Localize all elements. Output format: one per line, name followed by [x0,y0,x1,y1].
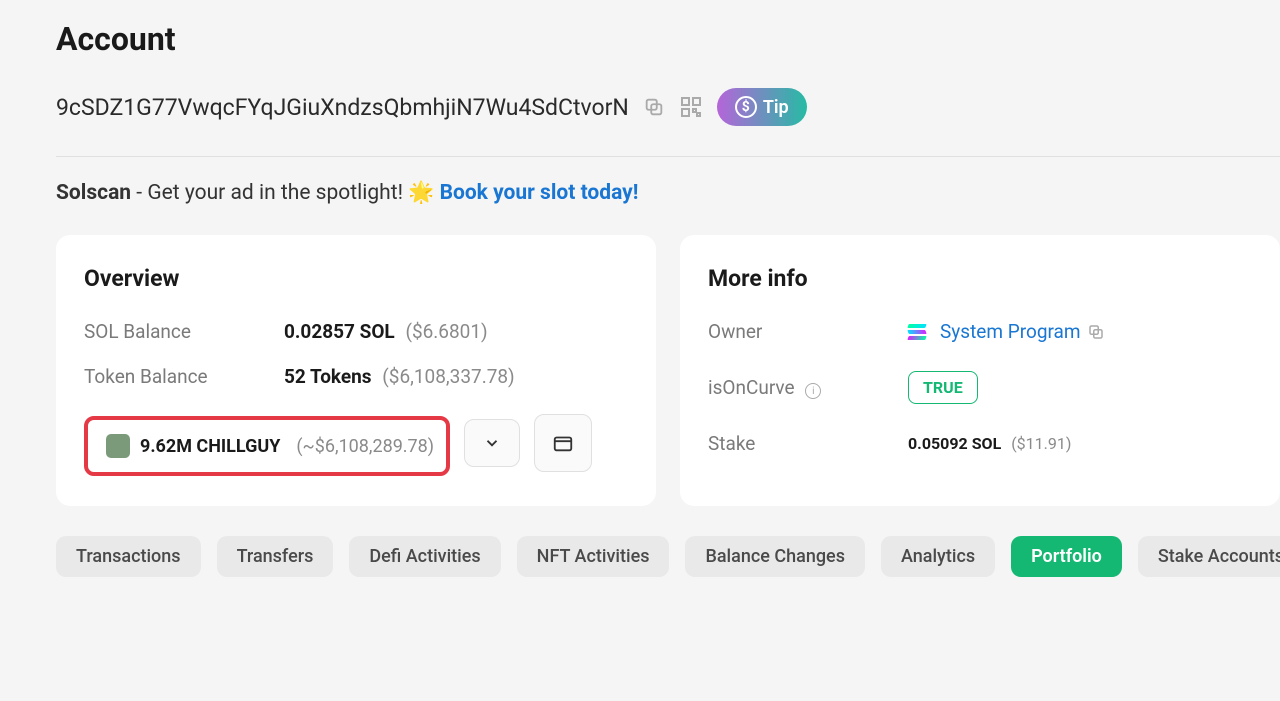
token-dropdown[interactable]: 9.62M CHILLGUY (~$6,108,289.78) [98,424,442,468]
chevron-down-icon [483,434,501,452]
ad-brand: Solscan [56,181,131,205]
ad-link[interactable]: Book your slot today! [440,181,639,205]
stake-usd: ($11.91) [1011,434,1071,453]
moreinfo-title: More info [708,265,1252,292]
tab-nft-activities[interactable]: NFT Activities [517,536,670,577]
sol-balance-row: SOL Balance 0.02857 SOL ($6.6801) [84,320,628,343]
tab-portfolio[interactable]: Portfolio [1011,536,1122,577]
divider [56,156,1280,157]
info-icon[interactable]: i [805,383,821,399]
isoncurve-row: isOnCurve i TRUE [708,371,1252,404]
stake-value: 0.05092 SOL [908,434,1001,453]
token-icon [106,434,130,458]
token-balance-row: Token Balance 52 Tokens ($6,108,337.78) [84,365,628,388]
overview-title: Overview [84,265,628,292]
tabs-row: Transactions Transfers Defi Activities NFT … [56,536,1280,577]
tab-stake-accounts[interactable]: Stake Accounts [1138,536,1280,577]
copy-icon[interactable] [643,96,665,118]
tip-button[interactable]: $ Tip [717,88,807,126]
owner-label: Owner [708,320,908,343]
copy-icon[interactable] [1087,323,1105,341]
tab-analytics[interactable]: Analytics [881,536,995,577]
tab-defi-activities[interactable]: Defi Activities [349,536,500,577]
selected-token-usd: (~$6,108,289.78) [296,436,434,457]
ad-banner: Solscan - Get your ad in the spotlight! … [56,181,1280,205]
token-select-row: 9.62M CHILLGUY (~$6,108,289.78) [84,410,628,476]
sol-balance-label: SOL Balance [84,320,284,343]
selected-token-amount: 9.62M CHILLGUY [140,436,280,457]
qr-icon[interactable] [679,95,703,119]
wallet-icon [552,432,574,454]
address-row: 9cSDZ1G77VwqcFYqJGiuXndzsQbmhjiN7Wu4SdCt… [56,88,1280,126]
token-balance-value: 52 Tokens [284,365,372,388]
token-balance-label: Token Balance [84,365,284,388]
owner-row: Owner System Program [708,320,1252,343]
tab-transfers[interactable]: Transfers [217,536,334,577]
token-balance-usd: ($6,108,337.78) [382,365,514,388]
wallet-button[interactable] [534,414,592,472]
stake-label: Stake [708,432,908,455]
ad-text: - Get your ad in the spotlight! 🌟 [131,181,439,205]
sol-balance-usd: ($6.6801) [405,320,487,343]
sol-balance-value: 0.02857 SOL [284,320,395,343]
highlight-box: 9.62M CHILLGUY (~$6,108,289.78) [84,416,450,476]
owner-link[interactable]: System Program [940,320,1081,343]
moreinfo-card: More info Owner System Program isOnCurve… [680,235,1280,506]
tab-transactions[interactable]: Transactions [56,536,201,577]
dollar-icon: $ [735,96,757,118]
true-badge: TRUE [908,371,978,404]
tab-balance-changes[interactable]: Balance Changes [685,536,864,577]
page-title: Account [56,20,1280,58]
overview-card: Overview SOL Balance 0.02857 SOL ($6.680… [56,235,656,506]
isoncurve-label: isOnCurve i [708,376,908,400]
account-address: 9cSDZ1G77VwqcFYqJGiuXndzsQbmhjiN7Wu4SdCt… [56,94,629,121]
stake-row: Stake 0.05092 SOL ($11.91) [708,432,1252,455]
solana-icon [908,324,926,340]
cards-row: Overview SOL Balance 0.02857 SOL ($6.680… [56,235,1280,506]
tip-label: Tip [763,97,789,118]
token-dropdown-chevron[interactable] [464,419,520,467]
